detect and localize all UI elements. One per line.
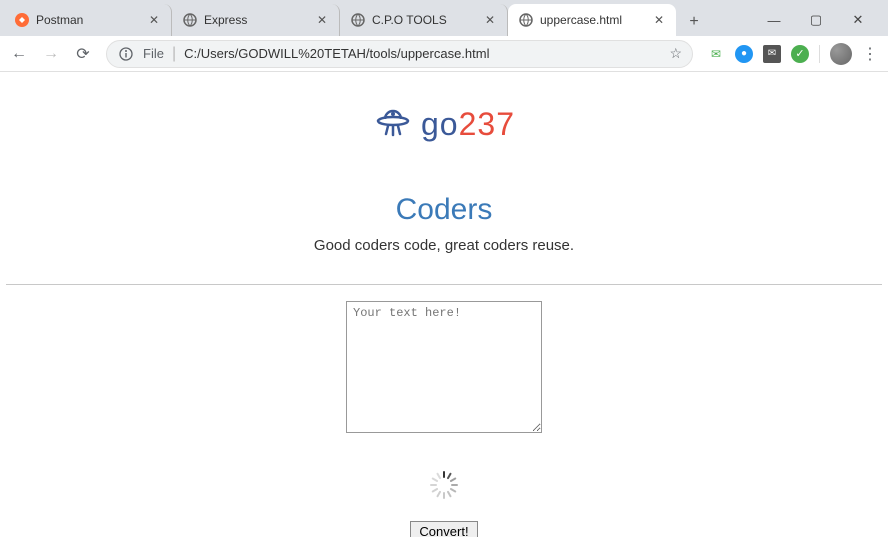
extensions: ✉ ● ✉ ✓ ⋮: [707, 43, 878, 65]
extension-icon[interactable]: ✓: [791, 45, 809, 63]
logo: go237: [0, 102, 888, 147]
loading-spinner-icon: [430, 471, 458, 499]
postman-icon: [14, 12, 30, 28]
bookmark-star-icon[interactable]: ☆: [669, 45, 682, 62]
logo-prefix: go: [421, 106, 459, 142]
window-controls: — ▢ ✕: [762, 10, 884, 36]
url-text: C:/Users/GODWILL%20TETAH/tools/uppercase…: [184, 46, 661, 61]
tab-cpo-tools[interactable]: C.P.O TOOLS ✕: [340, 4, 508, 36]
info-icon: [117, 45, 135, 63]
tab-title: Postman: [36, 13, 141, 27]
new-tab-button[interactable]: +: [680, 8, 708, 36]
forward-button[interactable]: →: [42, 45, 60, 63]
tab-title: Express: [204, 13, 309, 27]
close-window-button[interactable]: ✕: [846, 10, 870, 30]
profile-avatar[interactable]: [830, 43, 852, 65]
tab-title: uppercase.html: [540, 13, 646, 27]
scheme-label: File: [143, 46, 164, 61]
maximize-button[interactable]: ▢: [804, 10, 828, 30]
back-button[interactable]: ←: [10, 45, 28, 63]
tagline: Good coders code, great coders reuse.: [0, 237, 888, 254]
close-icon[interactable]: ✕: [483, 13, 497, 27]
close-icon[interactable]: ✕: [147, 13, 161, 27]
page-content: go237 Coders Good coders code, great cod…: [0, 72, 888, 537]
globe-icon: [182, 12, 198, 28]
tab-bar: Postman ✕ Express ✕ C.P.O TOOLS ✕ upperc…: [0, 0, 888, 36]
tab-title: C.P.O TOOLS: [372, 13, 477, 27]
logo-suffix: 237: [459, 106, 515, 142]
tab-postman[interactable]: Postman ✕: [4, 4, 172, 36]
divider: [819, 45, 820, 63]
convert-button[interactable]: Convert!: [410, 521, 477, 537]
minimize-button[interactable]: —: [762, 10, 786, 30]
page-heading: Coders: [0, 193, 888, 227]
globe-icon: [350, 12, 366, 28]
divider: [6, 284, 882, 285]
logo-text: go237: [421, 106, 515, 143]
close-icon[interactable]: ✕: [652, 13, 666, 27]
ufo-icon: [373, 102, 413, 147]
extension-icon[interactable]: ✉: [707, 45, 725, 63]
separator: |: [172, 45, 176, 63]
address-bar[interactable]: File | C:/Users/GODWILL%20TETAH/tools/up…: [106, 40, 693, 68]
menu-button[interactable]: ⋮: [862, 44, 878, 64]
extension-icon[interactable]: ✉: [763, 45, 781, 63]
tab-express[interactable]: Express ✕: [172, 4, 340, 36]
extension-icon[interactable]: ●: [735, 45, 753, 63]
close-icon[interactable]: ✕: [315, 13, 329, 27]
reload-button[interactable]: ⟳: [74, 45, 92, 63]
form-area: Convert!: [0, 301, 888, 537]
text-input[interactable]: [346, 301, 542, 433]
tab-uppercase[interactable]: uppercase.html ✕: [508, 4, 676, 36]
globe-icon: [518, 12, 534, 28]
nav-bar: ← → ⟳ File | C:/Users/GODWILL%20TETAH/to…: [0, 36, 888, 72]
